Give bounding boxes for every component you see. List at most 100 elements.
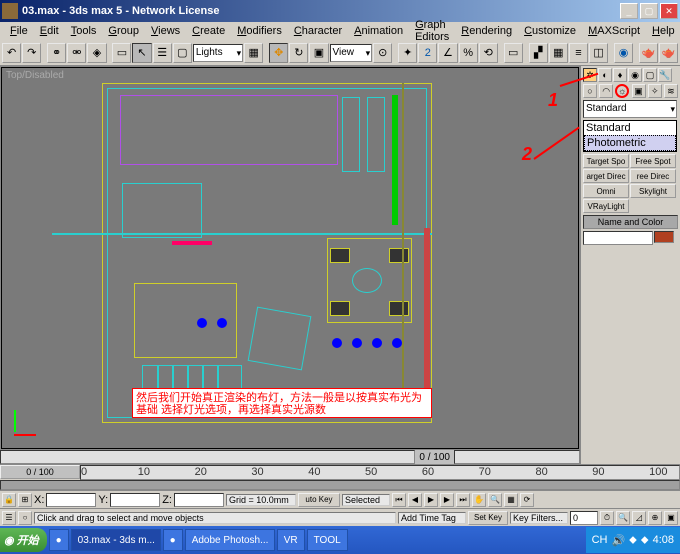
- select-region-button[interactable]: ▢: [173, 43, 192, 63]
- tray-icon[interactable]: ⬥: [641, 534, 649, 547]
- filter-dropdown[interactable]: Lights: [193, 44, 243, 62]
- center-button[interactable]: ⊙: [373, 43, 392, 63]
- trackbar[interactable]: [0, 480, 680, 490]
- shapes-icon[interactable]: ◠: [599, 84, 613, 98]
- start-button[interactable]: ◉开始: [0, 528, 47, 552]
- undo-button[interactable]: ↶: [2, 43, 21, 63]
- menu-customize[interactable]: Customize: [518, 25, 582, 37]
- z-input[interactable]: [174, 493, 224, 507]
- mirror-button[interactable]: ▞: [529, 43, 548, 63]
- menu-tools[interactable]: Tools: [65, 25, 103, 37]
- light-btn-skylight[interactable]: Skylight: [630, 184, 676, 198]
- light-btn-omni[interactable]: Omni: [583, 184, 629, 198]
- menu-edit[interactable]: Edit: [34, 25, 65, 37]
- time-ruler[interactable]: 0102030405060708090100: [80, 465, 680, 480]
- close-button[interactable]: ✕: [660, 3, 678, 19]
- rotate-button[interactable]: ↻: [289, 43, 308, 63]
- system-tray[interactable]: CH 🔊 ⬥ ⬥ 4:08: [586, 527, 680, 553]
- category-dropdown-open[interactable]: Standard Photometric: [583, 120, 677, 152]
- select-name-button[interactable]: ☰: [153, 43, 172, 63]
- menu-file[interactable]: File: [4, 25, 34, 37]
- play-next[interactable]: ▶: [440, 493, 454, 507]
- maximize-button[interactable]: ▢: [640, 3, 658, 19]
- select-button[interactable]: ▭: [112, 43, 131, 63]
- category-dropdown[interactable]: Standard: [583, 100, 677, 118]
- x-input[interactable]: [46, 493, 96, 507]
- nav-zoom[interactable]: 🔍: [488, 493, 502, 507]
- lang-indicator[interactable]: CH: [592, 534, 608, 546]
- geometry-icon[interactable]: ○: [583, 84, 597, 98]
- task-item[interactable]: ●: [49, 529, 69, 551]
- menu-create[interactable]: Create: [186, 25, 231, 37]
- render-scene-button[interactable]: 🫖: [639, 43, 658, 63]
- setkey-button[interactable]: Set Key: [468, 511, 508, 525]
- menu-animation[interactable]: Animation: [348, 25, 409, 37]
- utilities-tab[interactable]: 🔧: [658, 68, 672, 82]
- quick-render-button[interactable]: 🫖: [659, 43, 678, 63]
- menu-character[interactable]: Character: [288, 25, 348, 37]
- snap-button[interactable]: 2: [418, 43, 437, 63]
- light-btn-argetdirec[interactable]: arget Direc: [583, 169, 629, 183]
- move-button[interactable]: ✥: [269, 43, 288, 63]
- array-button[interactable]: ▦: [549, 43, 568, 63]
- spacewarps-icon[interactable]: ≋: [664, 84, 678, 98]
- play-start[interactable]: ⏮: [392, 493, 406, 507]
- menu-rendering[interactable]: Rendering: [455, 25, 518, 37]
- task-item[interactable]: ●: [163, 529, 183, 551]
- redo-button[interactable]: ↷: [22, 43, 41, 63]
- minimize-button[interactable]: _: [620, 3, 638, 19]
- timeline[interactable]: 0 / 100 0102030405060708090100: [0, 464, 680, 480]
- cameras-icon[interactable]: ▣: [632, 84, 646, 98]
- dd-option-photometric[interactable]: Photometric: [584, 135, 676, 151]
- dd-option-standard[interactable]: Standard: [584, 121, 676, 135]
- nav-max[interactable]: ▣: [664, 511, 678, 525]
- modify-tab[interactable]: ◐: [598, 68, 612, 82]
- play-button[interactable]: ▶: [424, 493, 438, 507]
- frame-input[interactable]: [570, 511, 598, 525]
- menu-graph editors[interactable]: Graph Editors: [409, 19, 455, 43]
- light-btn-targetspo[interactable]: Target Spo: [583, 154, 629, 168]
- bind-button[interactable]: ◈: [87, 43, 106, 63]
- selected-label[interactable]: Selected: [342, 494, 390, 506]
- lock-button[interactable]: 🔒: [2, 493, 16, 507]
- light-btn-vraylight[interactable]: VRayLight: [583, 199, 629, 213]
- refcoord-dropdown[interactable]: View: [330, 44, 373, 62]
- spinner-snap-button[interactable]: ⟲: [479, 43, 498, 63]
- task-item[interactable]: TOOL: [307, 529, 348, 551]
- scale-button[interactable]: ▣: [309, 43, 328, 63]
- helpers-icon[interactable]: ✧: [648, 84, 662, 98]
- nav-orbit[interactable]: ⊕: [648, 511, 662, 525]
- nav-zoom2[interactable]: 🔍: [616, 511, 630, 525]
- menu-views[interactable]: Views: [145, 25, 186, 37]
- manipulate-button[interactable]: ✦: [398, 43, 417, 63]
- menu-group[interactable]: Group: [102, 25, 145, 37]
- light-btn-reedirec[interactable]: ree Direc: [630, 169, 676, 183]
- schematic-button[interactable]: ◫: [589, 43, 608, 63]
- angle-snap-button[interactable]: ∠: [438, 43, 457, 63]
- viewport-top[interactable]: Top/Disabled: [1, 67, 579, 449]
- display-tab[interactable]: ▢: [643, 68, 657, 82]
- viewport-scroll[interactable]: 0 / 100: [0, 450, 580, 464]
- menu-help[interactable]: Help: [646, 25, 680, 37]
- lights-icon[interactable]: ☼: [615, 84, 629, 98]
- task-item[interactable]: VR: [277, 529, 305, 551]
- percent-snap-button[interactable]: %: [459, 43, 478, 63]
- material-button[interactable]: ◉: [614, 43, 633, 63]
- rollout-header[interactable]: Name and Color: [583, 215, 678, 229]
- name-input[interactable]: [583, 231, 653, 245]
- menu-maxscript[interactable]: MAXScript: [582, 25, 646, 37]
- crossing-button[interactable]: ▦: [244, 43, 263, 63]
- menu-modifiers[interactable]: Modifiers: [231, 25, 288, 37]
- motion-tab[interactable]: ◉: [628, 68, 642, 82]
- cursor-button[interactable]: ↖: [132, 43, 151, 63]
- hierarchy-tab[interactable]: ♦: [613, 68, 627, 82]
- task-item[interactable]: Adobe Photosh...: [185, 529, 275, 551]
- script-button[interactable]: ☰: [2, 511, 16, 525]
- nav-zoomall[interactable]: ▦: [504, 493, 518, 507]
- nav-rot[interactable]: ⟳: [520, 493, 534, 507]
- nav-pan[interactable]: ✋: [472, 493, 486, 507]
- align-button[interactable]: ≡: [569, 43, 588, 63]
- create-tab[interactable]: ✲: [583, 68, 597, 82]
- keyfilters-button[interactable]: Key Filters...: [510, 512, 568, 524]
- unlink-button[interactable]: ⚮: [67, 43, 86, 63]
